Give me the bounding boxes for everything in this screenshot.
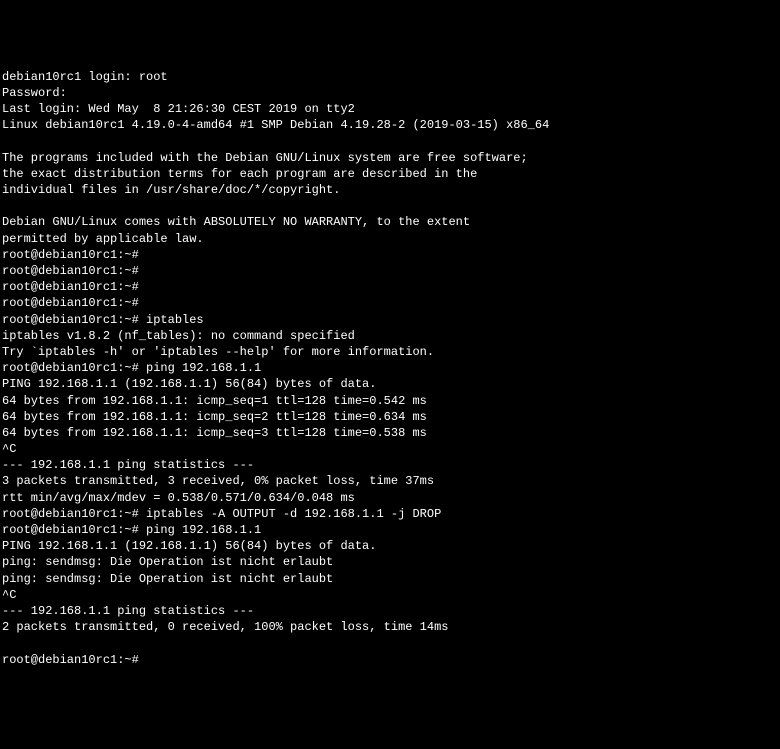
- terminal-line: [2, 635, 778, 651]
- terminal-line: ^C: [2, 441, 778, 457]
- terminal-line: ping: sendmsg: Die Operation ist nicht e…: [2, 554, 778, 570]
- terminal-line: individual files in /usr/share/doc/*/cop…: [2, 182, 778, 198]
- terminal-line: [2, 198, 778, 214]
- terminal-line: root@debian10rc1:~# iptables -A OUTPUT -…: [2, 506, 778, 522]
- terminal-line: The programs included with the Debian GN…: [2, 150, 778, 166]
- terminal-line: --- 192.168.1.1 ping statistics ---: [2, 457, 778, 473]
- terminal-line: root@debian10rc1:~# iptables: [2, 312, 778, 328]
- terminal-line: 64 bytes from 192.168.1.1: icmp_seq=2 tt…: [2, 409, 778, 425]
- terminal-line: Debian GNU/Linux comes with ABSOLUTELY N…: [2, 214, 778, 230]
- terminal-line: the exact distribution terms for each pr…: [2, 166, 778, 182]
- terminal-line: 2 packets transmitted, 0 received, 100% …: [2, 619, 778, 635]
- terminal-line: root@debian10rc1:~#: [2, 295, 778, 311]
- terminal-line: debian10rc1 login: root: [2, 69, 778, 85]
- terminal-line: root@debian10rc1:~#: [2, 279, 778, 295]
- terminal-line: permitted by applicable law.: [2, 231, 778, 247]
- terminal-line: root@debian10rc1:~#: [2, 652, 778, 668]
- terminal-line: PING 192.168.1.1 (192.168.1.1) 56(84) by…: [2, 376, 778, 392]
- terminal-line: ping: sendmsg: Die Operation ist nicht e…: [2, 571, 778, 587]
- terminal-line: root@debian10rc1:~#: [2, 263, 778, 279]
- terminal-line: --- 192.168.1.1 ping statistics ---: [2, 603, 778, 619]
- terminal-line: iptables v1.8.2 (nf_tables): no command …: [2, 328, 778, 344]
- terminal-line: Linux debian10rc1 4.19.0-4-amd64 #1 SMP …: [2, 117, 778, 133]
- terminal-output[interactable]: debian10rc1 login: rootPassword:Last log…: [2, 69, 778, 668]
- terminal-line: [2, 134, 778, 150]
- terminal-line: Try `iptables -h' or 'iptables --help' f…: [2, 344, 778, 360]
- terminal-line: 64 bytes from 192.168.1.1: icmp_seq=3 tt…: [2, 425, 778, 441]
- terminal-line: Password:: [2, 85, 778, 101]
- terminal-line: rtt min/avg/max/mdev = 0.538/0.571/0.634…: [2, 490, 778, 506]
- terminal-line: 64 bytes from 192.168.1.1: icmp_seq=1 tt…: [2, 393, 778, 409]
- terminal-line: root@debian10rc1:~# ping 192.168.1.1: [2, 360, 778, 376]
- terminal-line: PING 192.168.1.1 (192.168.1.1) 56(84) by…: [2, 538, 778, 554]
- terminal-line: ^C: [2, 587, 778, 603]
- terminal-line: Last login: Wed May 8 21:26:30 CEST 2019…: [2, 101, 778, 117]
- terminal-line: 3 packets transmitted, 3 received, 0% pa…: [2, 473, 778, 489]
- terminal-line: root@debian10rc1:~# ping 192.168.1.1: [2, 522, 778, 538]
- terminal-line: root@debian10rc1:~#: [2, 247, 778, 263]
